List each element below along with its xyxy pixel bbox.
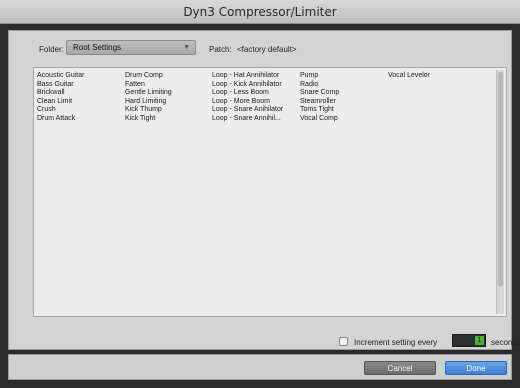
chevron-down-icon: ▼ (183, 44, 190, 51)
settings-panel: Folder: Root Settings ▼ Patch: <factory … (8, 30, 520, 350)
patch-label: Patch: (209, 45, 232, 54)
seconds-label: seconds (491, 338, 520, 347)
done-button[interactable]: Done (445, 361, 507, 375)
list-item[interactable]: Loop - Snare Anihilator (212, 106, 283, 115)
list-item[interactable]: Kick Tight (125, 115, 172, 124)
list-item[interactable]: Fatten (125, 81, 172, 90)
preset-column: Pump Radio Snare Comp Steamroller Toms T… (300, 72, 339, 123)
increment-checkbox[interactable] (339, 337, 348, 346)
folder-label: Folder: (39, 45, 64, 54)
cancel-button[interactable]: Cancel (364, 361, 436, 375)
list-item[interactable]: Steamroller (300, 98, 339, 107)
dialog-footer: Cancel Done (8, 354, 512, 380)
list-item[interactable]: Brickwall (37, 89, 84, 98)
list-item[interactable]: Loop - Snare Annihil... (212, 115, 283, 124)
preset-column: Drum Comp Fatten Gentle Limiting Hard Li… (125, 72, 172, 123)
list-item[interactable]: Loop - More Boom (212, 98, 283, 107)
list-item[interactable]: Crush (37, 106, 84, 115)
list-item[interactable]: Bass Guitar (37, 81, 84, 90)
list-item[interactable]: Gentle Limiting (125, 89, 172, 98)
preset-list: Acoustic Guitar Bass Guitar Brickwall Cl… (33, 67, 507, 317)
folder-select-value: Root Settings (73, 43, 122, 52)
toolbar: Folder: Root Settings ▼ Patch: <factory … (9, 31, 511, 63)
window-title: Dyn3 Compressor/Limiter (0, 0, 520, 24)
list-item[interactable]: Pump (300, 72, 339, 81)
preset-column: Vocal Levelor (388, 72, 430, 81)
list-item[interactable]: Drum Comp (125, 72, 172, 81)
list-item[interactable]: Clean Limit (37, 98, 84, 107)
list-item[interactable]: Radio (300, 81, 339, 90)
increment-seconds-value: 1 (475, 336, 484, 345)
list-item[interactable]: Kick Thump (125, 106, 172, 115)
list-item[interactable]: Loop - Kick Annihilator (212, 81, 283, 90)
list-item[interactable]: Toms Tight (300, 106, 339, 115)
dialog-window: Dyn3 Compressor/Limiter Folder: Root Set… (0, 0, 520, 388)
scroll-thumb[interactable] (498, 72, 503, 286)
list-item[interactable]: Drum Attack (37, 115, 84, 124)
patch-value: <factory default> (237, 45, 297, 54)
preset-column: Loop - Hat Annihilator Loop - Kick Annih… (212, 72, 283, 123)
list-item[interactable]: Snare Comp (300, 89, 339, 98)
list-item[interactable]: Loop - Less Boom (212, 89, 283, 98)
list-item[interactable]: Vocal Levelor (388, 72, 430, 81)
list-item[interactable]: Hard Limiting (125, 98, 172, 107)
increment-label: Increment setting every (354, 338, 438, 347)
list-item[interactable]: Loop - Hat Annihilator (212, 72, 283, 81)
increment-seconds-field[interactable]: 1 (452, 334, 486, 347)
list-item[interactable]: Acoustic Guitar (37, 72, 84, 81)
list-item[interactable]: Vocal Comp (300, 115, 339, 124)
vertical-scrollbar[interactable] (496, 70, 504, 314)
preset-column: Acoustic Guitar Bass Guitar Brickwall Cl… (37, 72, 84, 123)
folder-select[interactable]: Root Settings ▼ (66, 40, 196, 55)
